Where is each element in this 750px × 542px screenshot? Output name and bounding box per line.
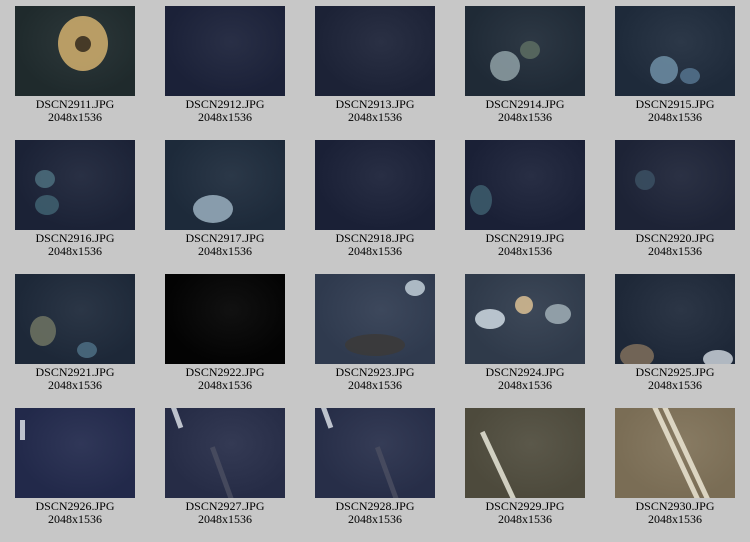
seafloor-object: [35, 170, 55, 188]
seafloor-object: [30, 316, 56, 346]
thumbnail-item[interactable]: DSCN2913.JPG 2048x1536: [300, 6, 450, 124]
seafloor-object: [490, 51, 520, 81]
seafloor-object: [635, 170, 655, 190]
thumbnail-dimensions: 2048x1536: [648, 110, 702, 124]
thumbnail-image[interactable]: [615, 274, 735, 364]
tether-line: [650, 408, 702, 498]
thumbnail-dimensions: 2048x1536: [348, 378, 402, 392]
seafloor-object: [405, 280, 425, 296]
seafloor-object: [75, 36, 91, 52]
tether-line: [20, 420, 25, 440]
thumbnail-dimensions: 2048x1536: [198, 244, 252, 258]
thumbnail-item[interactable]: DSCN2915.JPG 2048x1536: [600, 6, 750, 124]
thumbnail-image[interactable]: [15, 408, 135, 498]
seafloor-object: [703, 350, 733, 364]
thumbnail-image[interactable]: [15, 140, 135, 230]
thumbnail-image[interactable]: [615, 6, 735, 96]
thumbnail-dimensions: 2048x1536: [648, 244, 702, 258]
thumbnail-image[interactable]: [315, 274, 435, 364]
thumbnail-dimensions: 2048x1536: [48, 244, 102, 258]
thumbnail-image[interactable]: [165, 140, 285, 230]
thumbnail-dimensions: 2048x1536: [48, 378, 102, 392]
tether-line: [171, 408, 184, 429]
thumbnail-item[interactable]: DSCN2921.JPG 2048x1536: [0, 274, 150, 392]
thumbnail-dimensions: 2048x1536: [648, 378, 702, 392]
thumbnail-item[interactable]: DSCN2918.JPG 2048x1536: [300, 140, 450, 258]
seafloor-object: [680, 68, 700, 84]
thumbnail-dimensions: 2048x1536: [198, 512, 252, 526]
thumbnail-item[interactable]: DSCN2912.JPG 2048x1536: [150, 6, 300, 124]
seafloor-object: [193, 195, 233, 223]
thumbnail-item[interactable]: DSCN2920.JPG 2048x1536: [600, 140, 750, 258]
thumbnail-image[interactable]: [315, 6, 435, 96]
thumbnail-image[interactable]: [615, 140, 735, 230]
thumbnail-item[interactable]: DSCN2914.JPG 2048x1536: [450, 6, 600, 124]
tether-line: [375, 446, 401, 498]
thumbnail-image[interactable]: [165, 6, 285, 96]
thumbnail-image[interactable]: [15, 274, 135, 364]
thumbnail-item[interactable]: DSCN2927.JPG 2048x1536: [150, 408, 300, 526]
thumbnail-dimensions: 2048x1536: [48, 110, 102, 124]
thumbnail-image[interactable]: [315, 408, 435, 498]
seafloor-object: [545, 304, 571, 324]
thumbnail-dimensions: 2048x1536: [348, 244, 402, 258]
thumbnail-dimensions: 2048x1536: [348, 110, 402, 124]
seafloor-object: [520, 41, 540, 59]
thumbnail-item[interactable]: DSCN2926.JPG 2048x1536: [0, 408, 150, 526]
thumbnail-item[interactable]: DSCN2911.JPG 2048x1536: [0, 6, 150, 124]
thumbnail-dimensions: 2048x1536: [498, 378, 552, 392]
thumbnail-image[interactable]: [315, 140, 435, 230]
seafloor-object: [345, 334, 405, 356]
tether-line: [321, 408, 334, 429]
thumbnail-image[interactable]: [165, 408, 285, 498]
thumbnail-item[interactable]: DSCN2923.JPG 2048x1536: [300, 274, 450, 392]
seafloor-object: [475, 309, 505, 329]
thumbnail-item[interactable]: DSCN2925.JPG 2048x1536: [600, 274, 750, 392]
seafloor-object: [77, 342, 97, 358]
seafloor-object: [515, 296, 533, 314]
thumbnail-dimensions: 2048x1536: [498, 110, 552, 124]
seafloor-object: [650, 56, 678, 84]
thumbnail-dimensions: 2048x1536: [348, 512, 402, 526]
thumbnail-dimensions: 2048x1536: [498, 244, 552, 258]
tether-line: [660, 408, 712, 498]
seafloor-object: [470, 185, 492, 215]
thumbnail-image[interactable]: [465, 6, 585, 96]
thumbnail-item[interactable]: DSCN2928.JPG 2048x1536: [300, 408, 450, 526]
thumbnail-dimensions: 2048x1536: [198, 378, 252, 392]
thumbnail-image[interactable]: [465, 408, 585, 498]
thumbnail-image[interactable]: [615, 408, 735, 498]
tether-line: [210, 446, 236, 498]
thumbnail-gallery: DSCN2911.JPG 2048x1536 DSCN2912.JPG 2048x15…: [0, 0, 750, 542]
thumbnail-item[interactable]: DSCN2922.JPG 2048x1536: [150, 274, 300, 392]
tether-line: [480, 430, 519, 498]
thumbnail-item[interactable]: DSCN2916.JPG 2048x1536: [0, 140, 150, 258]
thumbnail-dimensions: 2048x1536: [198, 110, 252, 124]
thumbnail-image[interactable]: [165, 274, 285, 364]
thumbnail-image[interactable]: [15, 6, 135, 96]
thumbnail-image[interactable]: [465, 274, 585, 364]
thumbnail-item[interactable]: DSCN2924.JPG 2048x1536: [450, 274, 600, 392]
thumbnail-dimensions: 2048x1536: [498, 512, 552, 526]
thumbnail-dimensions: 2048x1536: [648, 512, 702, 526]
thumbnail-dimensions: 2048x1536: [48, 512, 102, 526]
thumbnail-item[interactable]: DSCN2917.JPG 2048x1536: [150, 140, 300, 258]
thumbnail-image[interactable]: [465, 140, 585, 230]
seafloor-object: [35, 195, 59, 215]
thumbnail-item[interactable]: DSCN2929.JPG 2048x1536: [450, 408, 600, 526]
thumbnail-item[interactable]: DSCN2919.JPG 2048x1536: [450, 140, 600, 258]
thumbnail-item[interactable]: DSCN2930.JPG 2048x1536: [600, 408, 750, 526]
seafloor-object: [620, 344, 654, 364]
